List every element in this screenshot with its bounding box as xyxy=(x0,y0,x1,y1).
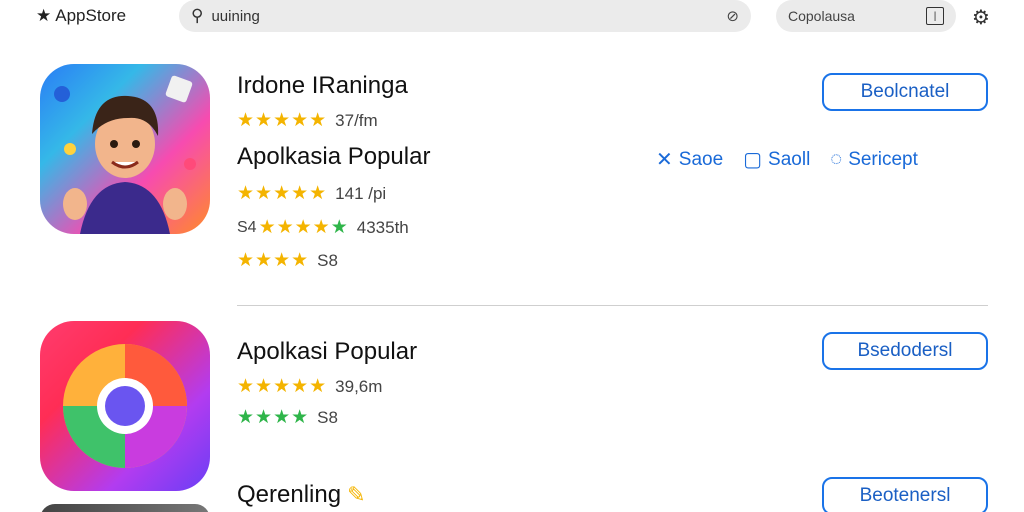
app-title[interactable]: Apolkasia Popular xyxy=(237,143,430,171)
save-action[interactable]: ▢ Saoll xyxy=(743,147,810,172)
action-bar: ✕ Saoe ▢ Saoll ◌ Sericept xyxy=(656,147,918,172)
share-icon: ✕ xyxy=(656,149,673,171)
top-bar: ★ AppStore ⚲ uuining ⊘ Copolausa | ⚙ xyxy=(0,0,1024,36)
app-rating-secondary: S4 ★★★★★ 4335th xyxy=(237,216,409,239)
clear-search-icon[interactable]: ⊘ xyxy=(726,7,739,25)
get-button[interactable]: Beotenersl xyxy=(822,477,988,512)
star-rating-icon: ★★★★★ xyxy=(237,110,328,131)
bookmark-icon: ▢ xyxy=(743,149,763,171)
browser-logo xyxy=(63,344,187,468)
search-value: uuining xyxy=(211,7,260,25)
app-title: Qerenling xyxy=(237,481,342,508)
rating-count: S8 xyxy=(317,407,338,427)
app-icon-browser[interactable] xyxy=(40,321,210,491)
rating-count: 39,6m xyxy=(335,376,383,396)
secondary-search-input[interactable]: Copolausa | xyxy=(776,0,956,32)
search-icon: ⚲ xyxy=(191,6,204,25)
star-rating-icon: ★★★★ xyxy=(237,407,310,428)
character-illustration xyxy=(54,75,196,234)
rating-prefix: S4 xyxy=(237,218,257,236)
star-rating-icon: ★★★★★ xyxy=(237,183,328,204)
get-button[interactable]: Bsedodersl xyxy=(822,332,988,370)
app-title[interactable]: Apolkasi Popular xyxy=(237,338,417,366)
report-label: Sericept xyxy=(848,148,918,170)
report-action[interactable]: ◌ Sericept xyxy=(830,147,918,172)
rating-count: S8 xyxy=(317,250,338,270)
chat-icon: ◌ xyxy=(830,148,843,170)
pencil-icon: ✎ xyxy=(347,482,366,507)
rating-count: 141 /pi xyxy=(335,183,387,203)
star-icon: ★ xyxy=(36,6,52,25)
secondary-search-value: Copolausa xyxy=(788,8,855,24)
brand-label: AppStore xyxy=(55,6,127,25)
star-rating-icon: ★★★★★ xyxy=(237,376,328,397)
app-title[interactable]: Irdone IRaninga xyxy=(237,72,408,100)
gear-icon[interactable]: ⚙ xyxy=(972,5,990,30)
star-rating-icon: ★★★★ xyxy=(237,250,310,271)
app-icon-partial[interactable] xyxy=(40,504,210,512)
rating-count: 37/fm xyxy=(335,110,378,130)
app-rating: ★★★★★ 37/fm xyxy=(237,109,378,132)
star-rating-icon: ★★★★★ xyxy=(258,217,349,238)
rating-count: 4335th xyxy=(356,217,409,237)
app-title-row[interactable]: Qerenling ✎ xyxy=(237,481,366,509)
app-rating-tertiary: ★★★★ S8 xyxy=(237,249,338,272)
app-icon-character[interactable] xyxy=(40,64,210,234)
search-input[interactable]: ⚲ uuining ⊘ xyxy=(179,0,751,32)
app-rating: ★★★★★ 141 /pi xyxy=(237,182,386,205)
app-rating-secondary: ★★★★ S8 xyxy=(237,406,338,429)
app-rating: ★★★★★ 39,6m xyxy=(237,375,382,398)
share-label: Saoe xyxy=(678,148,724,170)
share-action[interactable]: ✕ Saoe xyxy=(656,147,723,172)
brand[interactable]: ★ AppStore xyxy=(36,6,126,26)
get-button[interactable]: Beolcnatel xyxy=(822,73,988,111)
save-label: Saoll xyxy=(768,148,811,170)
divider xyxy=(237,305,988,306)
square-icon[interactable]: | xyxy=(926,7,944,25)
